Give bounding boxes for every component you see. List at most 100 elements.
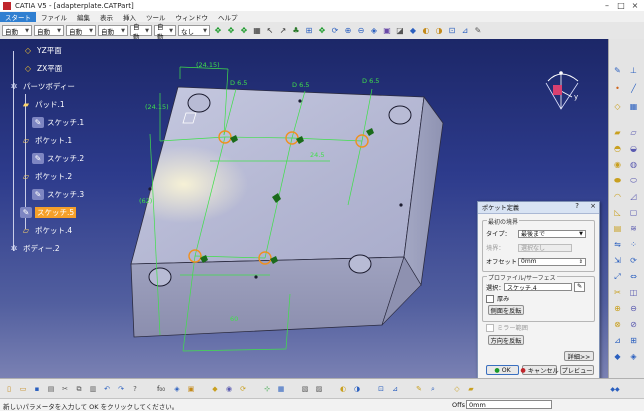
type-select[interactable]: 最後まで ▼ <box>518 229 586 238</box>
line-icon[interactable]: ╱ <box>628 83 639 94</box>
tools-icon[interactable]: ✎ <box>414 384 424 394</box>
dialog-help-button[interactable]: ? <box>575 202 579 210</box>
mirror-icon[interactable]: ⇋ <box>612 239 623 250</box>
view-icon[interactable]: ◉ <box>224 384 234 394</box>
tree-node-zx-plane[interactable]: ◇ ZX平面 <box>22 63 62 74</box>
pan-icon[interactable]: ✥ <box>317 26 327 36</box>
minimize-button[interactable]: – <box>600 0 614 11</box>
tree-node-sketch-2[interactable]: ✎ スケッチ.2 <box>32 153 84 164</box>
offset-field[interactable]: 0mm ⇕ <box>518 257 586 266</box>
graphic-property-dropdown[interactable]: 自動 ▼ <box>2 25 32 36</box>
graphic-property-dropdown[interactable]: なし ▼ <box>178 25 210 36</box>
thickness-icon[interactable]: ▤ <box>612 223 623 234</box>
more-button[interactable]: 詳細>> <box>564 351 594 361</box>
graphic-property-dropdown[interactable]: 自動 ▼ <box>98 25 128 36</box>
compass-widget[interactable]: y <box>538 61 584 115</box>
ok-button[interactable]: ● OK <box>486 365 519 375</box>
hide-show-icon[interactable]: ◐ <box>421 26 431 36</box>
corner-hole[interactable] <box>187 93 211 113</box>
parameter-icon[interactable]: ▰ <box>466 384 476 394</box>
cut-icon[interactable]: ✂ <box>60 384 70 394</box>
tree-node-pad-1[interactable]: ▰ パッド.1 <box>20 99 65 110</box>
shading-icon[interactable]: ◆ <box>408 26 418 36</box>
snap-icon[interactable]: ⊡ <box>376 384 386 394</box>
geometry-set-icon[interactable]: ▨ <box>314 384 324 394</box>
translate-icon[interactable]: ⇲ <box>612 255 623 266</box>
measure-icon[interactable]: ⊿ <box>460 26 470 36</box>
formula-icon[interactable]: f₀₀ <box>154 384 168 394</box>
catalog-icon[interactable]: ▣ <box>186 384 196 394</box>
close-button[interactable]: × <box>628 0 642 11</box>
intersect-icon[interactable]: ⊗ <box>612 319 623 330</box>
arrow-icon[interactable]: ↗ <box>278 26 288 36</box>
cancel-button[interactable]: ● キャンセル <box>520 365 559 375</box>
sketcher-icon[interactable]: ✎ <box>473 26 483 36</box>
copy-icon[interactable]: ⧉ <box>74 384 84 394</box>
fit-all-icon[interactable]: ⊞ <box>304 26 314 36</box>
thread-icon[interactable]: ≋ <box>628 223 639 234</box>
chamfer-icon[interactable]: ◿ <box>628 191 639 202</box>
scan-icon[interactable]: ⌕ <box>428 384 438 394</box>
shaft-icon[interactable]: ◓ <box>612 143 623 154</box>
measure-icon[interactable]: ◈ <box>172 384 182 394</box>
pattern-icon[interactable]: ⁘ <box>628 239 639 250</box>
menu-help[interactable]: ヘルプ <box>213 12 243 22</box>
graphic-property-dropdown[interactable]: 自動 ▼ <box>154 23 176 41</box>
tree-node-pocket-1[interactable]: ▱ ポケット.1 <box>20 135 72 146</box>
multi-view-icon[interactable]: ▣ <box>382 26 392 36</box>
maximize-button[interactable]: □ <box>614 0 628 11</box>
graphic-property-dropdown[interactable]: 自動 ▼ <box>130 23 152 41</box>
publication-icon[interactable]: ▦ <box>276 384 286 394</box>
swap-space-icon[interactable]: ◑ <box>434 26 444 36</box>
corner-hole[interactable] <box>148 267 172 287</box>
tree-node-pocket-4[interactable]: ▱ ポケット.4 <box>20 225 72 236</box>
redo-icon[interactable]: ↷ <box>116 384 126 394</box>
sketch-edit-icon[interactable]: ✎ <box>574 282 585 292</box>
shell-icon[interactable]: ▢ <box>628 207 639 218</box>
tree-node-pocket-2[interactable]: ▱ ポケット.2 <box>20 171 72 182</box>
axis-system-icon[interactable]: ⊹ <box>262 384 272 394</box>
pan-icon[interactable]: ✥ <box>239 26 249 36</box>
menu-window[interactable]: ウィンドウ <box>171 12 214 22</box>
insert-body-icon[interactable]: ▧ <box>300 384 310 394</box>
selection-field[interactable]: スケッチ.4 <box>504 283 572 292</box>
menu-start[interactable]: スタート <box>0 11 36 22</box>
tree-node-sketch-5[interactable]: ✎ スケッチ.5 <box>20 207 77 218</box>
thick-checkbox[interactable] <box>486 294 494 303</box>
axis-icon[interactable]: ⊥ <box>628 65 639 76</box>
corner-hole[interactable] <box>388 105 412 125</box>
rotate-icon[interactable]: ⟳ <box>628 255 639 266</box>
menu-view[interactable]: 表示 <box>95 12 118 22</box>
menu-edit[interactable]: 編集 <box>72 12 95 22</box>
apply-material-icon[interactable]: ◆ <box>612 351 623 362</box>
graphic-property-dropdown[interactable]: 自動 ▼ <box>34 25 64 36</box>
whats-this-icon[interactable]: ? <box>130 384 140 394</box>
limit-field[interactable]: 選択なし <box>518 243 572 252</box>
close-surface-icon[interactable]: ◫ <box>628 287 639 298</box>
grid-icon[interactable]: ▦ <box>628 101 639 112</box>
update-icon[interactable]: ⟳ <box>238 384 248 394</box>
plane-icon[interactable]: ◇ <box>612 101 623 112</box>
symmetry-icon[interactable]: ⇔ <box>628 271 639 282</box>
pan-icon[interactable]: ✥ <box>226 26 236 36</box>
draft-analysis-icon[interactable]: ◑ <box>352 384 362 394</box>
reverse-direction-button[interactable]: 方向を反転 <box>488 335 524 345</box>
tree-toggle-icon[interactable]: ♣ <box>291 26 301 36</box>
apply-material-icon[interactable]: ◆ <box>210 384 220 394</box>
paste-icon[interactable]: ▥ <box>88 384 98 394</box>
undo-icon[interactable]: ↶ <box>102 384 112 394</box>
union-trim-icon[interactable]: ⊘ <box>628 319 639 330</box>
mirror-row[interactable]: ミラー範囲 <box>486 323 528 332</box>
status-offset-field[interactable]: 0mm <box>466 400 552 409</box>
scale-icon[interactable]: ⤢ <box>612 271 623 282</box>
tree-node-part-body[interactable]: ✲ パーツボディー <box>8 81 75 92</box>
zoom-out-icon[interactable]: ⊖ <box>356 26 366 36</box>
reverse-side-button[interactable]: 側面を反転 <box>488 305 524 315</box>
iso-view-icon[interactable]: ◪ <box>395 26 405 36</box>
analysis-icon[interactable]: ◈ <box>628 351 639 362</box>
pocket-icon[interactable]: ▱ <box>628 127 639 138</box>
hole-icon[interactable]: ◉ <box>612 159 623 170</box>
open-folder-icon[interactable]: ▭ <box>18 384 28 394</box>
normal-view-icon[interactable]: ◈ <box>369 26 379 36</box>
pan-icon[interactable]: ✥ <box>213 26 223 36</box>
